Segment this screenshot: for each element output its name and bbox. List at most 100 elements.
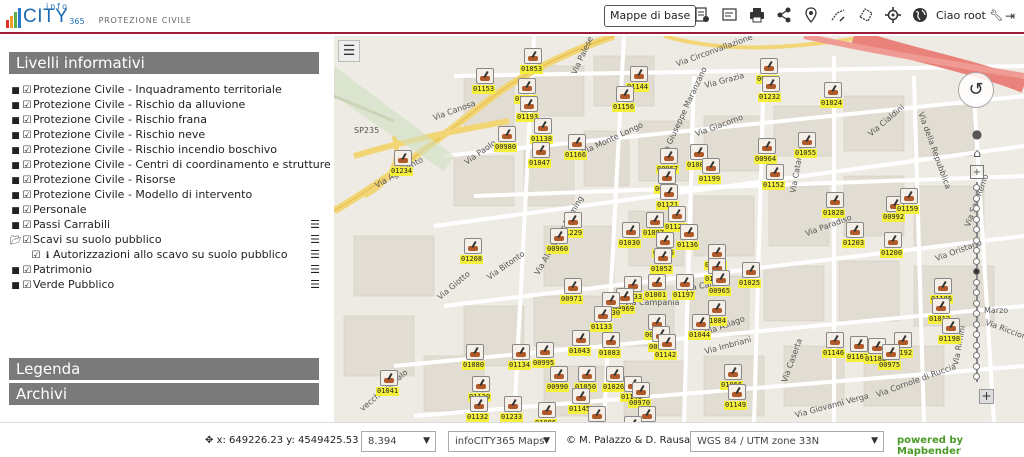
base-maps-button[interactable]: Mappe di base: [604, 5, 697, 27]
excavation-marker[interactable]: 01208: [460, 238, 486, 266]
powered-by-link[interactable]: powered by Mapbender: [897, 435, 1024, 457]
excavation-marker[interactable]: 01233: [500, 396, 526, 422]
layer-checkbox[interactable]: ☑: [21, 113, 33, 128]
excavation-marker[interactable]: 01134: [508, 344, 534, 372]
zoom-stop[interactable]: [973, 341, 980, 349]
layer-item[interactable]: ■ ☑ Protezione Civile - Modello di interve…: [10, 187, 322, 202]
excavation-marker[interactable]: 01146: [822, 332, 848, 360]
excavation-marker[interactable]: 00971: [560, 278, 586, 306]
projection-select[interactable]: WGS 84 / UTM zone 33N ▼: [690, 431, 884, 452]
excavation-marker[interactable]: 01142: [654, 334, 680, 362]
layer-menu-icon[interactable]: ☰: [310, 277, 320, 292]
excavation-marker[interactable]: 01197: [672, 274, 698, 302]
layer-item[interactable]: ■ ☑ Verde Pubblico ☰: [10, 277, 322, 292]
excavation-marker[interactable]: 01047: [528, 142, 554, 170]
layer-item[interactable]: ■ ☑ Patrimonio ☰: [10, 262, 322, 277]
excavation-marker[interactable]: 01132: [466, 396, 492, 422]
zoom-stop[interactable]: [973, 331, 980, 338]
archive-panel-header[interactable]: Archivi: [9, 383, 319, 405]
layer-checkbox[interactable]: ☑: [21, 128, 33, 143]
map-service-select[interactable]: infoCITY365 Maps ▼: [448, 431, 556, 452]
excavation-marker[interactable]: 01030: [618, 222, 644, 250]
zoom-stop[interactable]: [973, 373, 980, 380]
excavation-marker[interactable]: 01001: [644, 274, 670, 302]
excavation-marker[interactable]: 01028: [822, 192, 848, 220]
layer-checkbox[interactable]: ☑: [21, 173, 33, 188]
layer-checkbox[interactable]: ☑: [21, 188, 33, 203]
excavation-marker[interactable]: 01055: [794, 132, 820, 160]
home-icon[interactable]: ⌂: [970, 146, 984, 160]
zoom-stop[interactable]: [973, 215, 980, 223]
zoom-stop[interactable]: [973, 310, 980, 317]
excavation-marker[interactable]: 01156: [612, 86, 638, 114]
layer-item[interactable]: ■ ☑ Protezione Civile - Rischio incendio b…: [10, 142, 322, 157]
excavation-marker[interactable]: 01159: [896, 188, 922, 216]
world-icon[interactable]: ●: [970, 127, 984, 141]
layer-item[interactable]: ■ ☑ Protezione Civile - Risorse: [10, 172, 322, 187]
layer-item[interactable]: ■ ☑ Personale: [10, 202, 322, 217]
layer-checkbox[interactable]: ☑: [30, 248, 42, 263]
layer-checkbox[interactable]: ☑: [21, 233, 33, 248]
zoom-stop[interactable]: [973, 268, 980, 275]
layer-checkbox[interactable]: ☑: [21, 158, 33, 173]
layer-item[interactable]: ■ ☑ Protezione Civile - Rischio da alluvio…: [10, 97, 322, 112]
compass-icon[interactable]: ↺: [958, 72, 994, 108]
excavation-marker[interactable]: 01200: [880, 232, 906, 260]
zoom-stop[interactable]: [973, 184, 980, 191]
legend-icon[interactable]: [693, 7, 711, 25]
user-greeting[interactable]: Ciao root 🔧︎: [936, 9, 1003, 22]
excavation-marker[interactable]: 01136: [676, 224, 702, 252]
layer-item[interactable]: ■ ☑ Protezione Civile - Inquadramento terr…: [10, 82, 322, 97]
excavation-marker[interactable]: 01044: [688, 314, 714, 342]
zoom-stop[interactable]: [973, 352, 980, 359]
excavation-marker[interactable]: 01152: [762, 164, 788, 192]
excavation-marker[interactable]: 00960: [546, 228, 572, 256]
print-preview-icon[interactable]: [721, 7, 739, 25]
globe-icon[interactable]: [911, 7, 929, 25]
excavation-marker[interactable]: 00964: [754, 138, 780, 166]
layer-checkbox[interactable]: ☑: [21, 278, 33, 293]
excavation-marker[interactable]: 01149: [724, 384, 750, 412]
zoom-stop[interactable]: [973, 299, 980, 307]
poi-icon[interactable]: [802, 7, 820, 25]
scale-select[interactable]: 8.394 ▼: [361, 431, 436, 452]
excavation-marker[interactable]: 01086: [534, 402, 560, 422]
share-icon[interactable]: [775, 7, 793, 25]
layer-menu-icon[interactable]: ☰: [310, 247, 320, 262]
zoom-stop[interactable]: [973, 236, 980, 244]
excavation-marker[interactable]: 01025: [738, 262, 764, 290]
layer-item[interactable]: ■ ☑ Protezione Civile - Rischio neve: [10, 127, 322, 142]
layer-checkbox[interactable]: ☑: [21, 143, 33, 158]
sidebar-toggle-icon[interactable]: ☰: [338, 40, 360, 62]
measure-area-icon[interactable]: [857, 7, 875, 25]
app-logo[interactable]: info CITY 365 PROTEZIONE CIVILE: [6, 2, 192, 30]
excavation-marker[interactable]: 01052: [650, 248, 676, 276]
excavation-marker[interactable]: 01199: [698, 158, 724, 186]
zoom-box-icon[interactable]: +: [970, 165, 984, 179]
layer-menu-icon[interactable]: ☰: [310, 217, 320, 232]
excavation-marker[interactable]: 01153: [472, 68, 498, 96]
zoom-stop[interactable]: [973, 247, 980, 254]
layer-item[interactable]: ☑ ℹ Autorizzazioni allo scavo su suolo pub…: [10, 247, 322, 262]
layer-item[interactable]: ■ ☑ Protezione Civile - Centri di coordina…: [10, 157, 345, 173]
print-icon[interactable]: [748, 7, 766, 25]
excavation-marker[interactable]: 01080: [462, 344, 488, 372]
layer-checkbox[interactable]: ☑: [21, 83, 33, 98]
measure-line-icon[interactable]: [829, 7, 847, 25]
zoom-stop[interactable]: [973, 278, 980, 286]
zoom-in-button[interactable]: +: [979, 389, 994, 404]
excavation-marker[interactable]: 01041: [376, 370, 402, 398]
excavation-marker[interactable]: 01166: [564, 134, 590, 162]
excavation-marker[interactable]: 01083: [598, 332, 624, 360]
excavation-marker[interactable]: 01053: [520, 48, 546, 76]
layer-checkbox[interactable]: ☑: [21, 98, 33, 113]
layer-menu-icon[interactable]: ☰: [310, 262, 320, 277]
excavation-marker[interactable]: 00975: [878, 344, 904, 372]
layer-menu-icon[interactable]: ☰: [310, 232, 320, 247]
zoom-stop[interactable]: [973, 289, 980, 296]
layers-panel-header[interactable]: Livelli informativi: [9, 52, 319, 74]
zoom-stop[interactable]: [973, 205, 980, 212]
excavation-marker[interactable]: 01024: [820, 82, 846, 110]
map-canvas[interactable]: Via Canosa Via Paolo Via Monte Longo SP2…: [334, 36, 1024, 422]
layer-checkbox[interactable]: ☑: [21, 203, 33, 218]
